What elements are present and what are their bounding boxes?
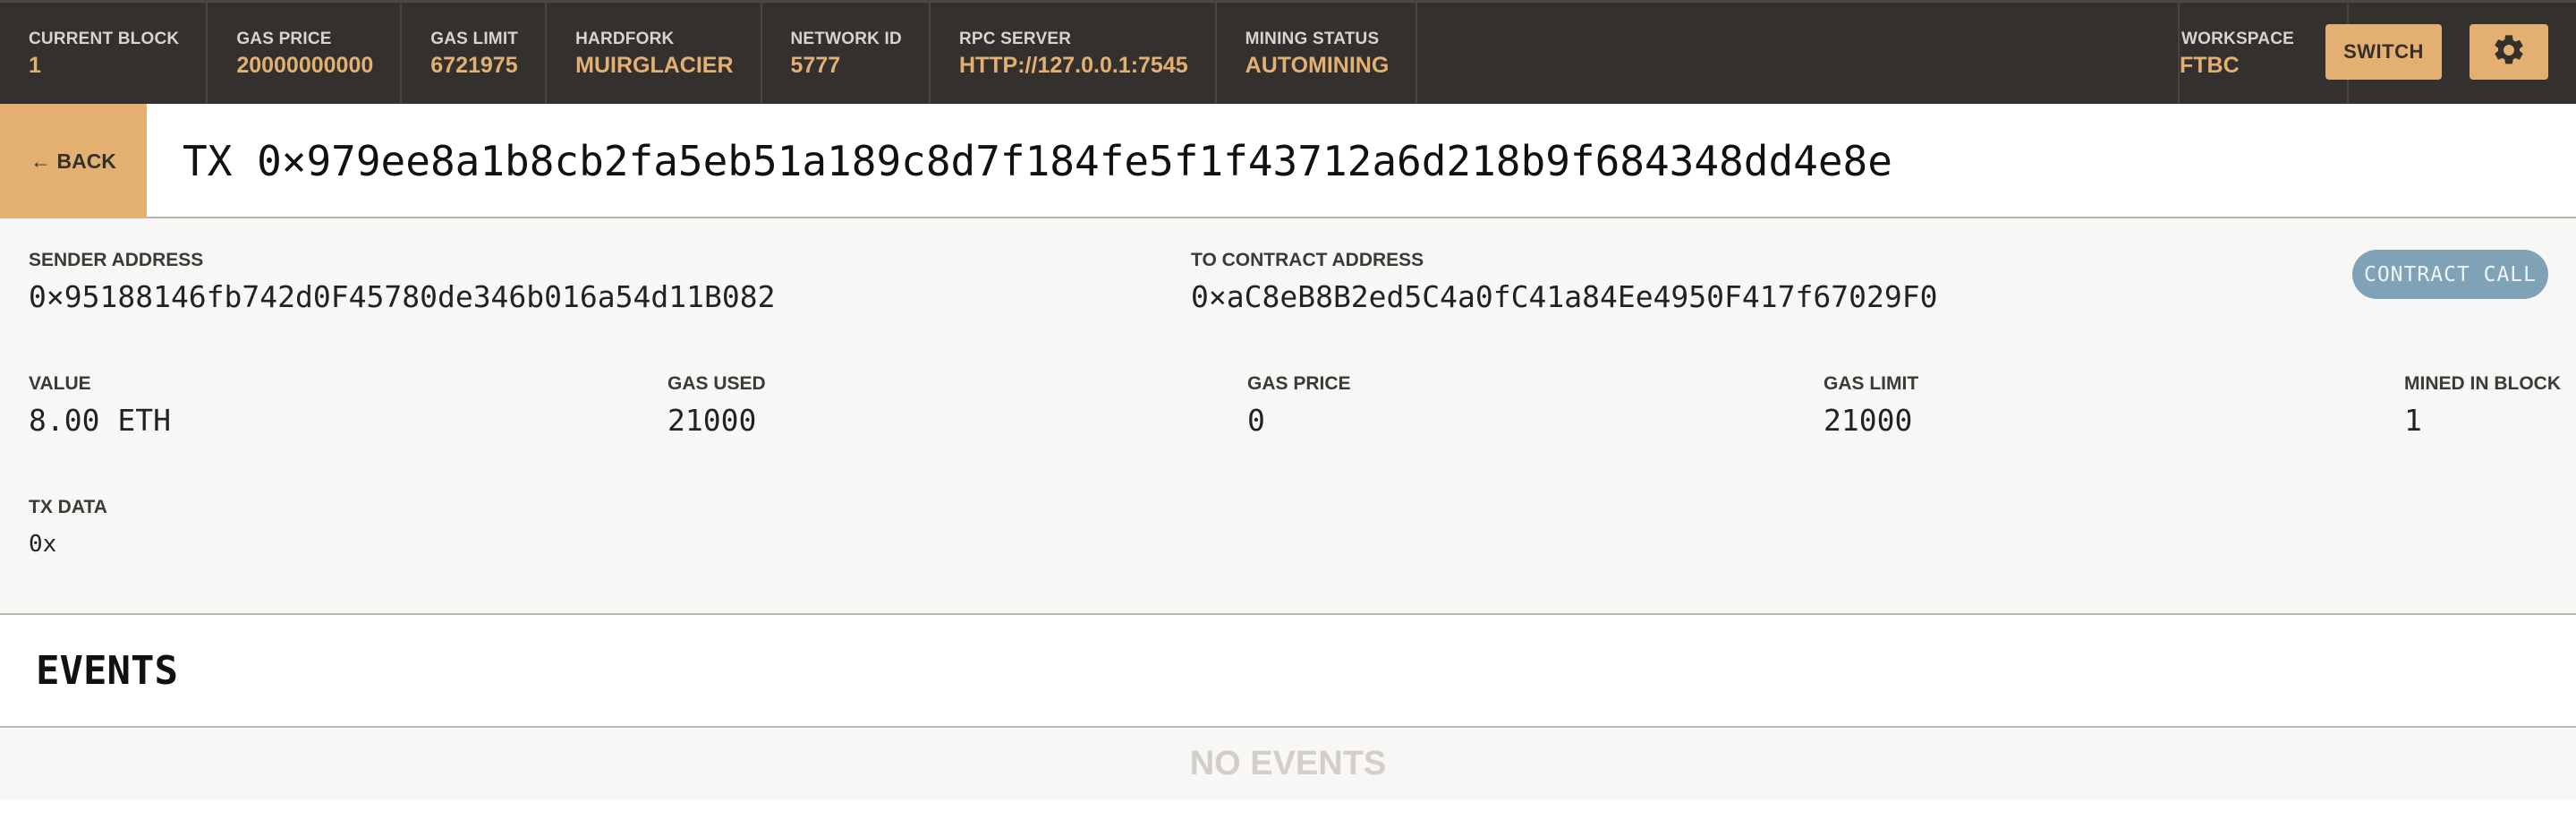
- stat-hardfork: HARDFORK MUIRGLACIER: [547, 3, 762, 104]
- field-label: GAS PRICE: [1247, 373, 1351, 394]
- events-section-header: EVENTS: [0, 613, 2576, 728]
- back-button[interactable]: ← BACK: [0, 104, 147, 218]
- stat-rpc-server: RPC SERVER HTTP://127.0.0.1:7545: [931, 3, 1217, 104]
- stat-gas-price: GAS PRICE 20000000000: [208, 3, 403, 104]
- workspace-name: FTBC: [2180, 52, 2240, 78]
- stat-current-block: CURRENT BLOCK 1: [0, 3, 208, 104]
- tx-data-value: 0x: [29, 531, 57, 558]
- mined-in-block-field: MINED IN BLOCK 1: [2404, 372, 2561, 439]
- field-label: GAS USED: [667, 373, 766, 394]
- tx-header: ← BACK TX 0×979ee8a1b8cb2fa5eb51a189c8d7…: [0, 104, 2576, 218]
- gas-limit-value: 21000: [1824, 403, 1913, 438]
- sender-address-field: SENDER ADDRESS 0×95188146fb742d0F45780de…: [29, 249, 775, 315]
- tx-data-field: TX DATA 0x: [29, 496, 107, 562]
- field-label: SENDER ADDRESS: [29, 250, 204, 270]
- stat-value: 6721975: [430, 52, 518, 78]
- to-contract-address-field: TO CONTRACT ADDRESS 0×aC8eB8B2ed5C4a0fC4…: [1191, 249, 1937, 315]
- gas-used-field: GAS USED 21000: [667, 372, 766, 439]
- stat-value: 5777: [790, 52, 841, 78]
- no-events-message: NO EVENTS: [1189, 744, 1387, 782]
- stat-gas-limit: GAS LIMIT 6721975: [402, 3, 548, 104]
- gas-price-field: GAS PRICE 0: [1247, 372, 1351, 439]
- sender-address: 0×95188146fb742d0F45780de346b016a54d11B0…: [29, 279, 776, 314]
- field-label: GAS LIMIT: [1824, 373, 1919, 394]
- status-bar: CURRENT BLOCK 1 GAS PRICE 20000000000 GA…: [0, 0, 2576, 104]
- field-label: VALUE: [29, 373, 91, 394]
- events-title: EVENTS: [36, 647, 178, 694]
- mined-in-block-value: 1: [2404, 403, 2422, 438]
- bottom-strip: [0, 799, 2576, 828]
- to-contract-address: 0×aC8eB8B2ed5C4a0fC41a84Ee4950F417f67029…: [1191, 279, 1938, 314]
- stat-label: MINING STATUS: [1245, 29, 1380, 48]
- settings-button[interactable]: [2470, 24, 2548, 80]
- field-label: MINED IN BLOCK: [2404, 373, 2561, 394]
- stat-label: GAS PRICE: [236, 29, 332, 48]
- tx-hash-title: TX 0×979ee8a1b8cb2fa5eb51a189c8d7f184fe5…: [183, 137, 1892, 185]
- stat-label: NETWORK ID: [790, 29, 902, 48]
- tx-value: 8.00 ETH: [29, 403, 171, 438]
- stat-value: HTTP://127.0.0.1:7545: [958, 52, 1188, 78]
- tx-details: SENDER ADDRESS 0×95188146fb742d0F45780de…: [0, 218, 2576, 614]
- stat-label: RPC SERVER: [958, 29, 1072, 48]
- stat-label: CURRENT BLOCK: [29, 29, 180, 48]
- gas-used-value: 21000: [667, 403, 757, 438]
- stat-value: MUIRGLACIER: [575, 52, 734, 78]
- field-label: TO CONTRACT ADDRESS: [1191, 250, 1424, 270]
- stat-mining-status: MINING STATUS AUTOMINING: [1217, 3, 1418, 104]
- stat-value: 20000000000: [236, 52, 374, 78]
- value-field: VALUE 8.00 ETH: [29, 372, 171, 439]
- gas-limit-field: GAS LIMIT 21000: [1824, 372, 1918, 439]
- gear-icon: [2491, 32, 2527, 73]
- contract-call-badge: CONTRACT CALL: [2352, 250, 2548, 299]
- stat-workspace: WORKSPACE FTBC: [2178, 3, 2349, 104]
- stat-label: HARDFORK: [575, 29, 675, 48]
- field-label: TX DATA: [29, 497, 107, 517]
- gas-price-value: 0: [1247, 403, 1265, 438]
- stat-value: 1: [29, 52, 41, 78]
- workspace-label: WORKSPACE: [2181, 29, 2294, 48]
- stat-value: AUTOMINING: [1245, 52, 1390, 78]
- stat-network-id: NETWORK ID 5777: [762, 3, 931, 104]
- switch-workspace-button[interactable]: SWITCH: [2325, 24, 2442, 80]
- stat-label: GAS LIMIT: [430, 29, 519, 48]
